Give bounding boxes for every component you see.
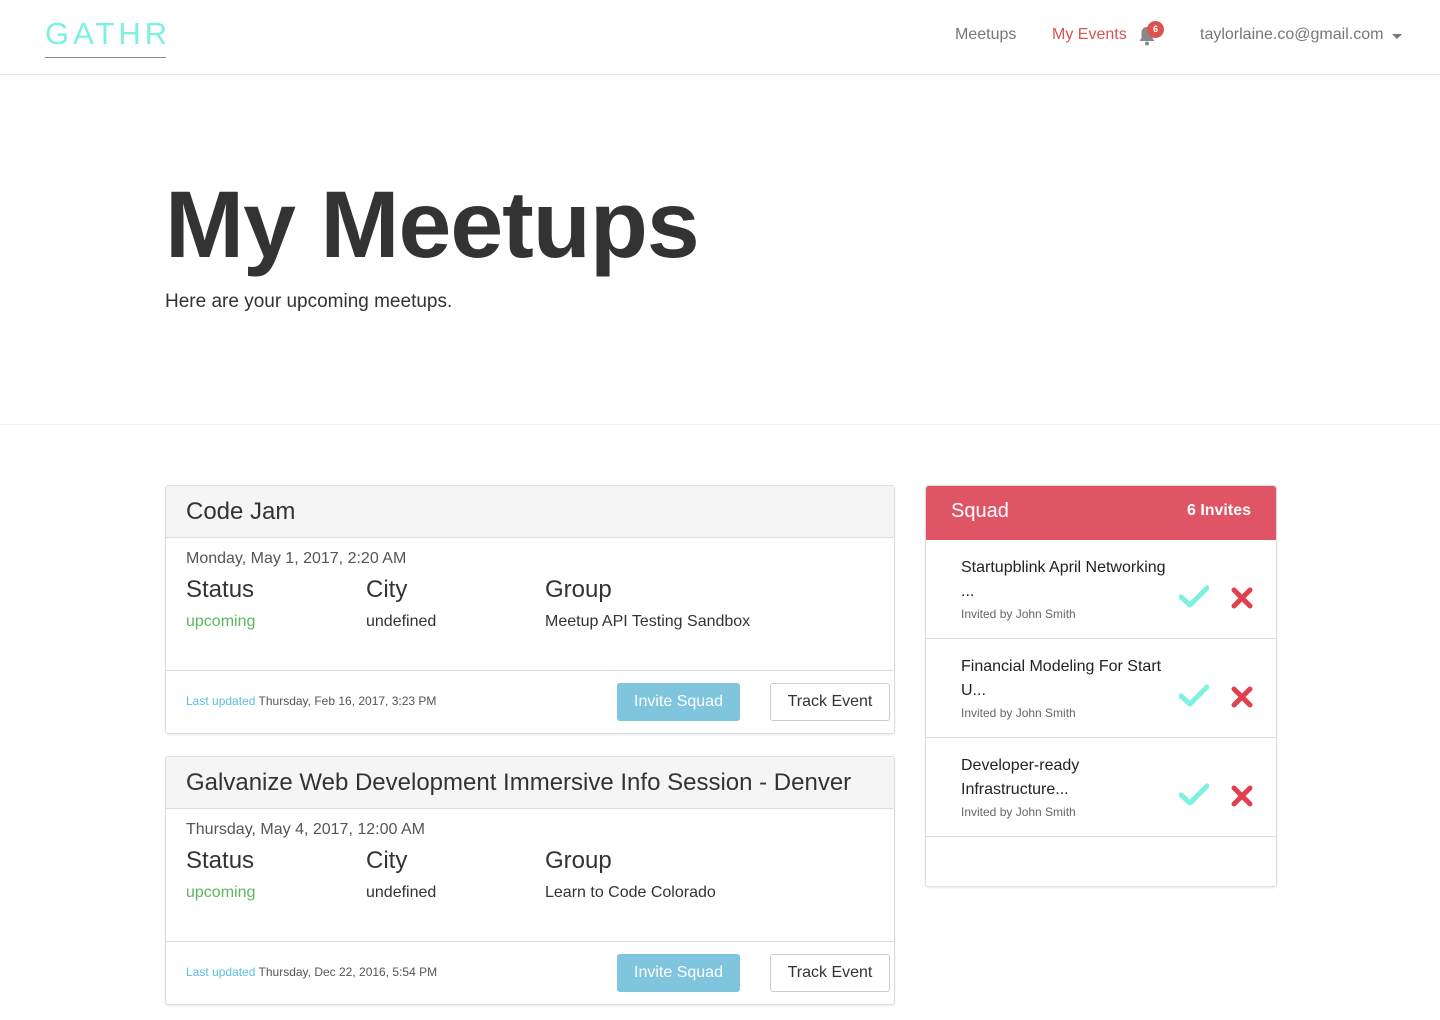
invite-item: Developer-ready Infrastructure... Invite… <box>926 738 1276 837</box>
close-icon[interactable] <box>1231 686 1253 708</box>
event-footer: Last updated Thursday, Dec 22, 2016, 5:5… <box>166 942 894 1004</box>
nav-my-events-link[interactable]: My Events <box>1052 26 1127 44</box>
last-updated-label: Last updated <box>186 694 256 708</box>
squad-header: Squad 6 Invites <box>926 486 1276 540</box>
group-label: Group <box>545 576 612 603</box>
invite-event-name[interactable]: Startupblink April Networking ... <box>961 556 1171 604</box>
page-title: My Meetups <box>165 172 700 278</box>
invite-item: Financial Modeling For Start U... Invite… <box>926 639 1276 738</box>
squad-panel: Squad 6 Invites Startupblink April Netwo… <box>925 485 1277 887</box>
track-event-button[interactable]: Track Event <box>770 954 890 992</box>
city-value: undefined <box>366 884 437 901</box>
city-label: City <box>366 847 408 874</box>
event-card: Galvanize Web Development Immersive Info… <box>165 756 895 1005</box>
invite-event-name[interactable]: Financial Modeling For Start U... <box>961 655 1171 703</box>
status-value: upcoming <box>186 613 256 630</box>
event-title: Code Jam <box>166 486 894 538</box>
checkmark-icon[interactable] <box>1179 684 1209 708</box>
event-title: Galvanize Web Development Immersive Info… <box>166 757 894 809</box>
event-date: Thursday, May 4, 2017, 12:00 AM <box>186 821 425 838</box>
status-label: Status <box>186 847 255 874</box>
group-value: Meetup API Testing Sandbox <box>545 613 751 630</box>
city-value: undefined <box>366 613 437 630</box>
invite-sender: Invited by John Smith <box>961 706 1076 720</box>
invite-count: 6 Invites <box>1186 502 1251 519</box>
checkmark-icon[interactable] <box>1179 783 1209 807</box>
status-label: Status <box>186 576 255 603</box>
invite-sender: Invited by John Smith <box>961 805 1076 819</box>
notification-badge: 6 <box>1147 21 1164 38</box>
brand-logo[interactable]: GATHR <box>45 16 167 58</box>
last-updated-label: Last updated <box>186 965 256 979</box>
page-subtitle: Here are your upcoming meetups. <box>165 291 453 312</box>
nav-meetups-link[interactable]: Meetups <box>955 26 1016 44</box>
invite-item: Startupblink April Networking ... Invite… <box>926 540 1276 639</box>
event-details: Monday, May 1, 2017, 2:20 AM Status City… <box>166 538 894 671</box>
user-menu[interactable]: taylorlaine.co@gmail.com <box>1200 26 1383 44</box>
navbar: GATHR Meetups My Events 6 taylorlaine.co… <box>0 0 1440 75</box>
event-date: Monday, May 1, 2017, 2:20 AM <box>186 550 407 567</box>
squad-title: Squad <box>951 500 1009 522</box>
last-updated: Last updated Thursday, Feb 16, 2017, 3:2… <box>186 694 436 708</box>
status-value: upcoming <box>186 884 256 901</box>
last-updated-value: Thursday, Dec 22, 2016, 5:54 PM <box>258 965 438 979</box>
event-details: Thursday, May 4, 2017, 12:00 AM Status C… <box>166 809 894 942</box>
event-card: Code Jam Monday, May 1, 2017, 2:20 AM St… <box>165 485 895 734</box>
close-icon[interactable] <box>1231 785 1253 807</box>
last-updated-value: Thursday, Feb 16, 2017, 3:23 PM <box>258 694 437 708</box>
checkmark-icon[interactable] <box>1179 585 1209 609</box>
chevron-down-icon[interactable] <box>1392 34 1402 39</box>
invite-event-name[interactable]: Developer-ready Infrastructure... <box>961 754 1171 802</box>
jumbotron: My Meetups Here are your upcoming meetup… <box>0 75 1440 425</box>
event-footer: Last updated Thursday, Feb 16, 2017, 3:2… <box>166 671 894 733</box>
last-updated: Last updated Thursday, Dec 22, 2016, 5:5… <box>186 965 437 979</box>
invite-squad-button[interactable]: Invite Squad <box>617 683 740 721</box>
group-value: Learn to Code Colorado <box>545 884 716 901</box>
invite-squad-button[interactable]: Invite Squad <box>617 954 740 992</box>
track-event-button[interactable]: Track Event <box>770 683 890 721</box>
close-icon[interactable] <box>1231 587 1253 609</box>
group-label: Group <box>545 847 612 874</box>
invite-sender: Invited by John Smith <box>961 607 1076 621</box>
city-label: City <box>366 576 408 603</box>
